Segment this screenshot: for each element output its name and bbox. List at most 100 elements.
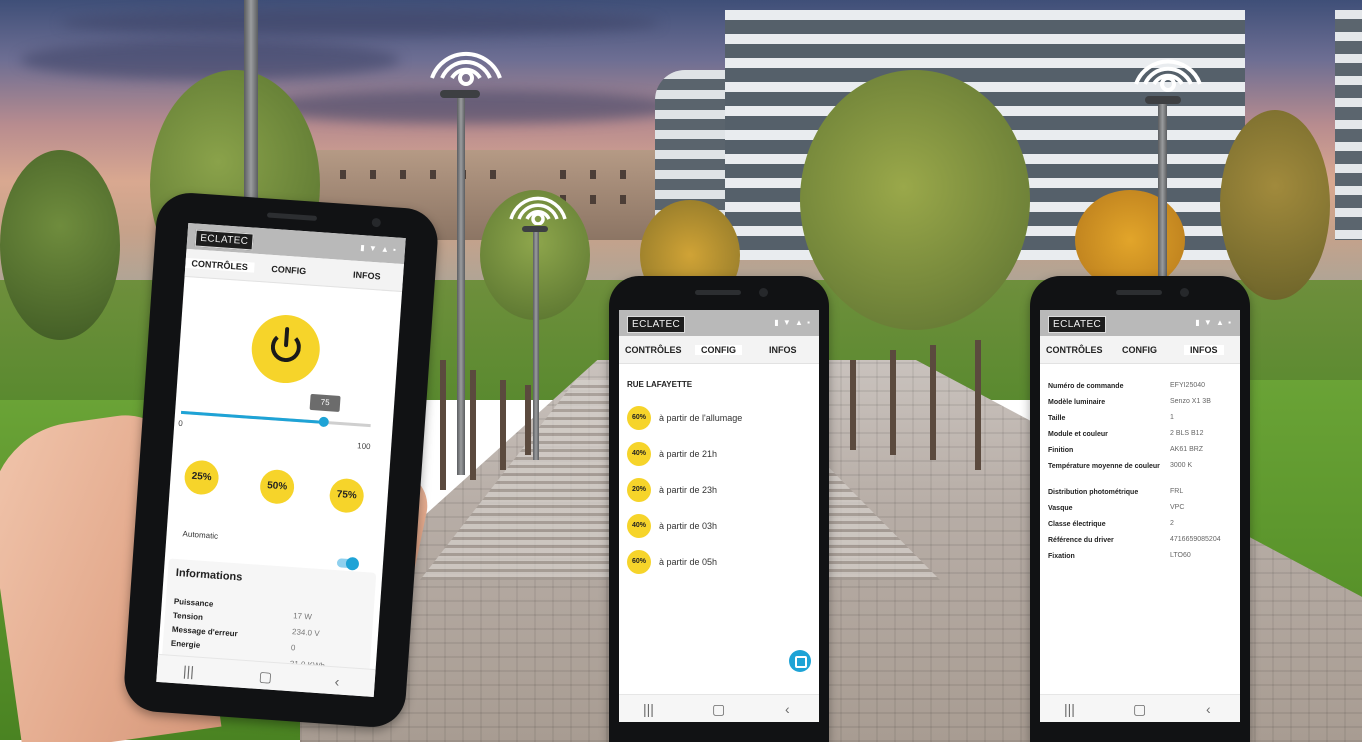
slider-thumb[interactable] — [318, 416, 330, 428]
info-label: Message d'erreur — [171, 624, 239, 639]
automatic-label: Automatic — [182, 529, 219, 541]
railing-post — [975, 340, 981, 470]
status-icons: ▮ ▼ ▲ ▪ — [359, 243, 398, 255]
spec-value: LTO60 — [1170, 552, 1191, 559]
railing-post — [470, 370, 476, 480]
tab-controles[interactable]: CONTRÔLES — [1046, 345, 1103, 355]
brand-logo: ECLATEC — [1048, 316, 1107, 333]
phone-left: ECLATEC ▮ ▼ ▲ ▪ CONTRÔLES CONFIG INFOS 7… — [122, 190, 440, 730]
tab-controles[interactable]: CONTRÔLES — [625, 345, 682, 355]
wifi-signal-icon — [509, 196, 567, 225]
spec-label: Modèle luminaire — [1048, 399, 1106, 406]
lamp-head — [1145, 96, 1181, 104]
phone-screen: ECLATEC ▮ ▼ ▲ ▪ CONTRÔLES CONFIG INFOS N… — [1040, 310, 1240, 722]
tab-config[interactable]: CONFIG — [695, 345, 742, 355]
tree — [1220, 110, 1330, 300]
preset-25-button[interactable]: 25% — [183, 459, 220, 496]
home-icon[interactable]: ▢ — [1133, 701, 1146, 718]
phone-screen: ECLATEC ▮ ▼ ▲ ▪ CONTRÔLES CONFIG INFOS 7… — [156, 222, 406, 698]
schedule-time: à partir de 21h — [659, 449, 718, 459]
tab-config[interactable]: CONFIG — [1122, 345, 1157, 355]
spec-label: Classe électrique — [1048, 521, 1106, 528]
slider-min-label: 0 — [177, 418, 184, 429]
railing-post — [890, 350, 896, 455]
back-icon[interactable]: ‹ — [1206, 701, 1211, 717]
wifi-signal-icon — [1134, 59, 1202, 92]
preset-75-button[interactable]: 75% — [328, 477, 365, 514]
tab-infos[interactable]: INFOS — [353, 270, 381, 282]
phone-screen: ECLATEC ▮ ▼ ▲ ▪ CONTRÔLES CONFIG INFOS R… — [619, 310, 819, 722]
recent-apps-icon[interactable]: ||| — [643, 701, 654, 717]
recent-apps-icon[interactable]: ||| — [183, 663, 195, 680]
spec-label: Numéro de commande — [1048, 383, 1124, 390]
spec-value: FRL — [1170, 488, 1184, 495]
spec-label: Distribution photométrique — [1048, 489, 1139, 496]
tab-infos[interactable]: INFOS — [769, 345, 797, 355]
slider-max-label: 100 — [356, 441, 371, 452]
phone-speaker — [695, 290, 741, 295]
lamp-head — [522, 226, 548, 232]
home-icon[interactable]: ▢ — [712, 701, 725, 718]
info-label: Energie — [170, 638, 201, 650]
spec-label: Finition — [1048, 447, 1074, 454]
tab-infos[interactable]: INFOS — [1184, 345, 1224, 355]
cloud — [60, 10, 660, 36]
info-label: Puissance — [173, 596, 214, 609]
toggle-knob — [345, 556, 360, 571]
tab-config[interactable]: CONFIG — [271, 264, 307, 276]
lamp-head — [440, 90, 480, 98]
spec-label: Fixation — [1048, 553, 1075, 560]
info-value: 234.0 V — [291, 627, 320, 639]
phone-speaker — [1116, 290, 1162, 295]
automatic-toggle[interactable] — [336, 556, 360, 571]
info-row: Tension 234.0 V — [172, 610, 363, 638]
info-label: Tension — [172, 610, 204, 622]
power-button[interactable] — [249, 312, 323, 386]
tab-controles[interactable]: CONTRÔLES — [185, 257, 255, 273]
spec-label: Référence du driver — [1048, 537, 1114, 544]
brightness-slider[interactable]: 75 — [180, 393, 371, 428]
railing-post — [440, 360, 446, 490]
schedule-level: 40% — [627, 442, 651, 466]
railing-post — [930, 345, 936, 460]
info-row: Message d'erreur 0 — [171, 624, 362, 653]
wifi-signal-icon — [430, 51, 502, 86]
schedule-time: à partir de 23h — [659, 485, 718, 495]
lamp-post — [457, 95, 465, 475]
system-nav-bar: ||| ▢ ‹ — [1040, 694, 1240, 722]
spec-value: 4716659085204 — [1170, 536, 1221, 543]
railing-post — [500, 380, 506, 470]
schedule-level: 60% — [627, 406, 651, 430]
copy-fab-button[interactable] — [789, 650, 811, 672]
spec-value: 2 — [1170, 520, 1174, 527]
info-row: Energie 31.0 KWh — [170, 638, 361, 671]
home-icon[interactable]: ▢ — [258, 668, 272, 686]
front-camera — [759, 288, 768, 297]
spec-value: 3000 K — [1170, 462, 1193, 469]
schedule-time: à partir de 05h — [659, 557, 718, 567]
spec-value: EFYI25040 — [1170, 382, 1206, 389]
phone-right: ECLATEC ▮ ▼ ▲ ▪ CONTRÔLES CONFIG INFOS N… — [1030, 276, 1250, 742]
spec-value: AK61 BRZ — [1170, 446, 1204, 453]
back-icon[interactable]: ‹ — [334, 673, 340, 689]
spec-label: Vasque — [1048, 505, 1073, 512]
info-value: 17 W — [292, 611, 313, 622]
spec-label: Taille — [1048, 415, 1066, 422]
status-bar: ECLATEC ▮ ▼ ▲ ▪ — [1040, 310, 1240, 336]
brand-logo: ECLATEC — [194, 229, 254, 251]
front-camera — [371, 217, 382, 228]
info-value: 0 — [290, 643, 296, 653]
phone-speaker — [266, 212, 318, 221]
recent-apps-icon[interactable]: ||| — [1064, 701, 1075, 717]
schedule-time: à partir de 03h — [659, 521, 718, 531]
front-camera — [1180, 288, 1189, 297]
street-name: RUE LAFAYETTE — [627, 380, 693, 389]
spec-value: Senzo X1 3B — [1170, 398, 1211, 405]
status-bar: ECLATEC ▮ ▼ ▲ ▪ — [619, 310, 819, 336]
system-nav-bar: ||| ▢ ‹ — [619, 694, 819, 722]
back-icon[interactable]: ‹ — [785, 701, 790, 717]
preset-50-button[interactable]: 50% — [258, 468, 296, 505]
phone-middle: ECLATEC ▮ ▼ ▲ ▪ CONTRÔLES CONFIG INFOS R… — [609, 276, 829, 742]
lamp-post — [1158, 100, 1167, 290]
lamp-post — [533, 230, 539, 460]
